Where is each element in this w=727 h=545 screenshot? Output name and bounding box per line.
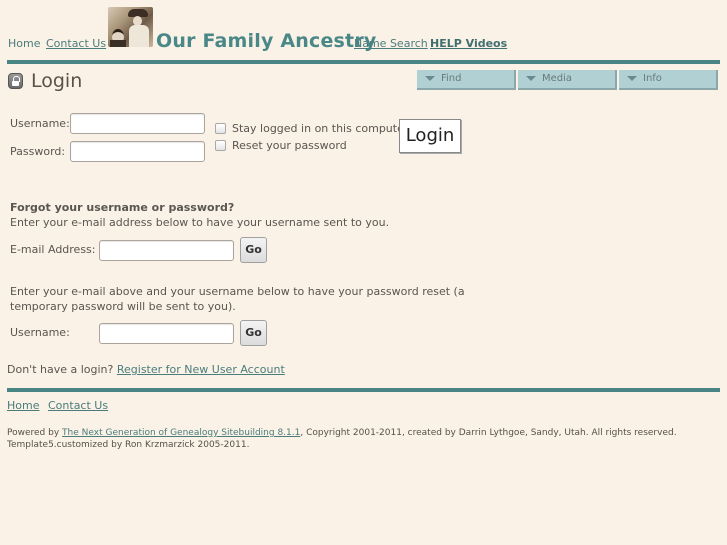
menu-tab-info[interactable]: Info — [619, 70, 718, 90]
reset-password-checkbox[interactable] — [215, 140, 226, 151]
login-button[interactable]: Login — [399, 119, 461, 153]
email-instructions: Enter your e-mail address below to have … — [10, 216, 390, 229]
triangle-down-icon — [526, 75, 536, 81]
go-button-username[interactable]: Go — [240, 320, 267, 346]
tng-link[interactable]: The Next Generation of Genealogy Sitebui… — [62, 428, 300, 438]
stay-logged-in-label: Stay logged in on this computer — [232, 122, 409, 135]
menu-tab-label: Find — [441, 73, 462, 84]
email-label: E-mail Address: — [10, 243, 96, 256]
reset-username-label: Username: — [10, 326, 70, 339]
forgot-heading: Forgot your username or password? — [10, 201, 235, 214]
reset-username-input[interactable] — [99, 323, 234, 344]
menu-tab-label: Info — [643, 73, 662, 84]
page-title: Login — [31, 70, 83, 92]
triangle-down-icon — [425, 75, 435, 81]
footer-home-link[interactable]: Home — [7, 399, 39, 412]
powered-suffix: , Copyright 2001-2011, created by Darrin… — [300, 428, 677, 438]
family-photo — [108, 7, 153, 47]
password-input[interactable] — [70, 141, 205, 162]
register-link[interactable]: Register for New User Account — [117, 363, 285, 376]
footer-credits: Powered by The Next Generation of Geneal… — [7, 427, 677, 451]
menu-tab-find[interactable]: Find — [417, 70, 516, 90]
lock-icon — [8, 73, 23, 89]
password-label: Password: — [10, 145, 66, 158]
menu-tab-media[interactable]: Media — [518, 70, 617, 90]
menu-tab-label: Media — [542, 73, 573, 84]
reset-password-label: Reset your password — [232, 139, 347, 152]
nav-contact-link[interactable]: Contact Us — [46, 37, 106, 50]
template-credit: Template5.customized by Ron Krzmarzick 2… — [7, 440, 250, 450]
nav-name-search-link[interactable]: Name Search — [354, 37, 428, 50]
nav-home-link[interactable]: Home — [8, 37, 40, 50]
site-title: Our Family Ancestry — [156, 30, 377, 52]
username-input[interactable] — [70, 113, 205, 134]
powered-prefix: Powered by — [7, 428, 60, 438]
register-prompt: Don't have a login? — [7, 363, 114, 376]
triangle-down-icon — [627, 75, 637, 81]
header-divider — [7, 60, 720, 64]
stay-logged-in-checkbox[interactable] — [215, 123, 226, 134]
reset-instructions: Enter your e-mail above and your usernam… — [10, 285, 465, 313]
nav-help-videos-link[interactable]: HELP Videos — [430, 37, 507, 50]
footer-contact-link[interactable]: Contact Us — [48, 399, 108, 412]
username-label: Username: — [10, 117, 70, 130]
go-button-email[interactable]: Go — [240, 237, 267, 263]
register-row: Don't have a login? Register for New Use… — [7, 362, 285, 377]
footer-divider — [7, 388, 720, 392]
email-input[interactable] — [99, 240, 234, 261]
